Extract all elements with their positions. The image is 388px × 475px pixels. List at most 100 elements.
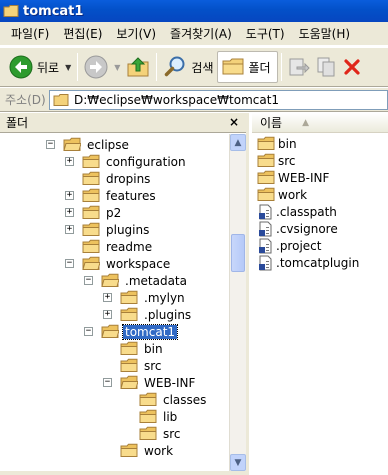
tree-item-label: plugins <box>106 222 150 237</box>
column-name-label: 이름 <box>260 116 283 130</box>
tree-item[interactable]: − .metadata <box>84 272 189 289</box>
tree-item[interactable]: − workspace <box>65 255 172 272</box>
menu-view[interactable]: 보기(V) <box>109 25 163 42</box>
scroll-down-button[interactable]: ▼ <box>230 454 246 471</box>
folder-icon <box>257 153 275 167</box>
list-item[interactable]: bin <box>257 135 297 152</box>
list-item[interactable]: work <box>257 186 307 203</box>
folder-tree: − eclipse + configuration dropins + features + p… <box>0 134 231 471</box>
forward-dropdown-icon[interactable]: ▼ <box>114 63 120 72</box>
list-item[interactable]: .tomcatplugin <box>257 254 359 271</box>
address-bar: 주소(D) D:₩eclipse₩workspace₩tomcat1 <box>0 88 388 112</box>
tree-item-label: .metadata <box>125 273 187 288</box>
tree-item-label: configuration <box>106 154 186 169</box>
tree-item[interactable]: readme <box>65 238 154 255</box>
tree-item[interactable]: − tomcat1 <box>84 323 179 340</box>
tree-item[interactable]: bin <box>103 340 165 357</box>
folder-icon <box>257 136 275 150</box>
tree-item[interactable]: work <box>103 442 175 459</box>
copy-to-button[interactable] <box>313 51 341 83</box>
search-label: 검색 <box>191 60 214 75</box>
folder-icon <box>82 239 100 253</box>
tree-item[interactable]: − eclipse <box>46 136 131 153</box>
search-button[interactable]: 검색 <box>160 51 216 83</box>
menu-tools[interactable]: 도구(T) <box>239 25 292 42</box>
back-button[interactable]: 뒤로 ▼ <box>6 51 74 83</box>
scroll-up-button[interactable]: ▲ <box>230 134 246 151</box>
list-item[interactable]: .classpath <box>257 203 337 220</box>
expand-icon[interactable]: + <box>103 293 112 302</box>
back-dropdown-icon[interactable]: ▼ <box>65 63 71 72</box>
delete-button[interactable] <box>341 51 363 83</box>
list-item-name: work <box>278 187 308 202</box>
tree-item-label: work <box>144 443 174 458</box>
tree-item-label: eclipse <box>87 137 129 152</box>
tree-item[interactable]: + .mylyn <box>103 289 187 306</box>
forward-button[interactable]: ▼ <box>81 51 123 83</box>
file-list-pane: 이름 ▲ bin src WEB-INF work .classpath .cvsigno… <box>252 113 388 475</box>
folders-icon <box>222 58 243 75</box>
close-icon[interactable]: × <box>229 115 239 129</box>
document-icon <box>259 221 272 236</box>
folder-icon <box>53 93 69 106</box>
list-item[interactable]: .project <box>257 237 321 254</box>
vertical-scrollbar[interactable]: ▲ ▼ <box>229 134 246 471</box>
tree-item[interactable]: + .plugins <box>103 306 193 323</box>
collapse-icon[interactable]: − <box>65 259 74 268</box>
column-header-name[interactable]: 이름 ▲ <box>252 113 388 133</box>
tree-item[interactable]: + configuration <box>65 153 188 170</box>
tree-item[interactable]: + p2 <box>65 204 123 221</box>
document-icon <box>259 238 272 253</box>
pane-bottom-edge <box>0 471 246 475</box>
tree-item[interactable]: src <box>122 425 183 442</box>
tree-item[interactable]: classes <box>122 391 208 408</box>
folder-pane-title: 폴더 <box>6 116 29 130</box>
menu-file[interactable]: 파일(F) <box>4 25 56 42</box>
scroll-thumb[interactable] <box>231 234 245 272</box>
list-item[interactable]: .cvsignore <box>257 220 338 237</box>
menu-help[interactable]: 도움말(H) <box>292 25 358 42</box>
collapse-icon[interactable]: − <box>103 378 112 387</box>
open-folder-icon <box>101 273 119 287</box>
expand-icon[interactable]: + <box>65 208 74 217</box>
move-to-button[interactable] <box>285 51 313 83</box>
tree-item[interactable]: dropins <box>65 170 152 187</box>
title-bar[interactable]: tomcat1 <box>0 0 388 22</box>
expand-icon[interactable]: + <box>103 310 112 319</box>
collapse-icon[interactable]: − <box>84 276 93 285</box>
collapse-icon[interactable]: − <box>84 327 93 336</box>
tree-item[interactable]: − WEB-INF <box>103 374 197 391</box>
folder-icon <box>139 409 157 423</box>
tree-item[interactable]: src <box>103 357 164 374</box>
expand-icon[interactable]: + <box>65 225 74 234</box>
toolbar-separator <box>77 53 79 81</box>
folder-icon <box>257 187 275 201</box>
open-folder-icon <box>120 375 138 389</box>
list-item[interactable]: src <box>257 152 296 169</box>
tree-item[interactable]: + features <box>65 187 158 204</box>
tree-item-label: tomcat1 <box>121 323 179 340</box>
list-item[interactable]: WEB-INF <box>257 169 329 186</box>
up-button[interactable] <box>123 51 153 83</box>
toolbar: 뒤로 ▼ ▼ 검색 폴더 <box>0 47 388 87</box>
folder-icon <box>3 5 19 17</box>
folders-button[interactable]: 폴더 <box>216 51 278 83</box>
expand-icon[interactable]: + <box>65 191 74 200</box>
list-item-name: src <box>278 153 296 168</box>
tree-item[interactable]: lib <box>122 408 179 425</box>
expand-icon[interactable]: + <box>65 157 74 166</box>
address-input[interactable]: D:₩eclipse₩workspace₩tomcat1 <box>49 89 388 110</box>
move-to-icon <box>289 58 310 76</box>
menu-edit[interactable]: 편집(E) <box>56 25 109 42</box>
tree-item[interactable]: + plugins <box>65 221 151 238</box>
folder-icon <box>82 188 100 202</box>
collapse-icon[interactable]: − <box>46 140 55 149</box>
menu-favorites[interactable]: 즐겨찾기(A) <box>163 25 239 42</box>
folder-icon <box>82 171 100 185</box>
